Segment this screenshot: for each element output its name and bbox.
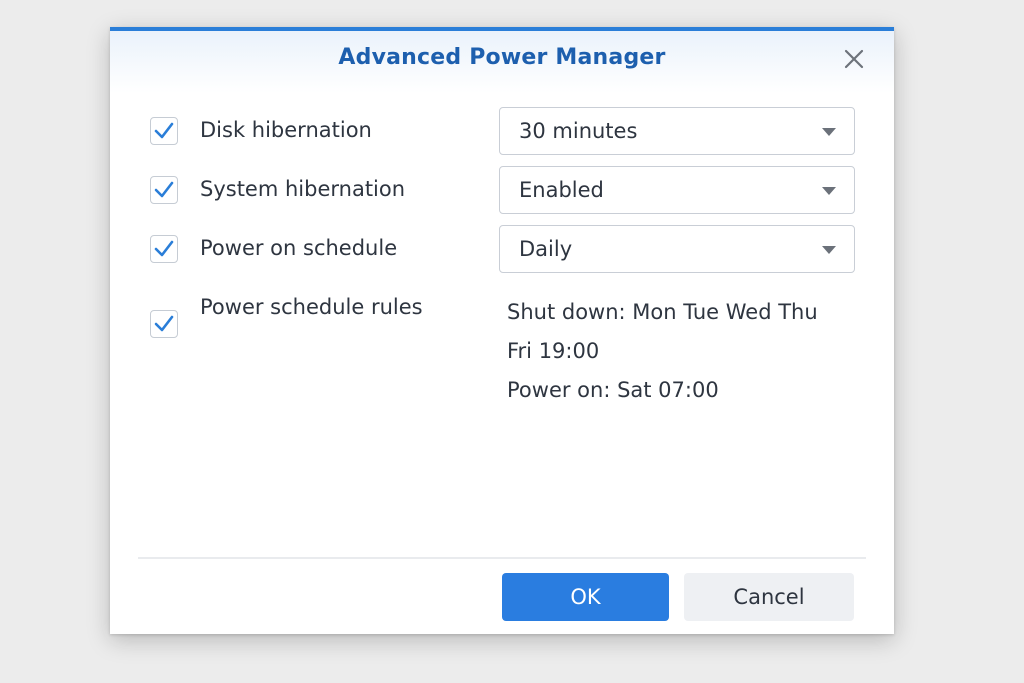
power-schedule-rules-checkbox[interactable] bbox=[150, 310, 178, 338]
power-on-schedule-value: Daily bbox=[519, 237, 573, 261]
checkmark-icon bbox=[154, 122, 174, 139]
dialog-title: Advanced Power Manager bbox=[338, 45, 666, 70]
chevron-down-icon bbox=[822, 187, 836, 195]
disk-hibernation-row: Disk hibernation 30 minutes bbox=[150, 107, 856, 155]
power-on-schedule-select[interactable]: Daily bbox=[499, 225, 855, 273]
chevron-down-icon bbox=[822, 246, 836, 254]
cancel-button[interactable]: Cancel bbox=[684, 573, 854, 621]
advanced-power-manager-dialog: Advanced Power Manager Disk hibernation … bbox=[110, 27, 894, 634]
footer-divider bbox=[138, 557, 866, 559]
power-on-schedule-row: Power on schedule Daily bbox=[150, 225, 856, 273]
power-on-schedule-checkbox[interactable] bbox=[150, 235, 178, 263]
schedule-shutdown-time-line: Fri 19:00 bbox=[507, 339, 600, 363]
checkmark-icon bbox=[154, 181, 174, 198]
disk-hibernation-label: Disk hibernation bbox=[200, 118, 372, 142]
system-hibernation-label: System hibernation bbox=[200, 177, 406, 201]
disk-hibernation-value: 30 minutes bbox=[519, 119, 638, 143]
schedule-shutdown-line: Shut down: Mon Tue Wed Thu bbox=[507, 300, 818, 324]
chevron-down-icon bbox=[822, 128, 836, 136]
close-icon[interactable] bbox=[840, 45, 868, 73]
disk-hibernation-select[interactable]: 30 minutes bbox=[499, 107, 855, 155]
checkmark-icon bbox=[154, 315, 174, 332]
power-schedule-rules-label: Power schedule rules bbox=[200, 295, 423, 319]
system-hibernation-value: Enabled bbox=[519, 178, 604, 202]
checkmark-icon bbox=[154, 240, 174, 257]
schedule-poweron-line: Power on: Sat 07:00 bbox=[507, 378, 719, 402]
dialog-header: Advanced Power Manager bbox=[110, 31, 894, 93]
system-hibernation-row: System hibernation Enabled bbox=[150, 166, 856, 214]
system-hibernation-checkbox[interactable] bbox=[150, 176, 178, 204]
disk-hibernation-checkbox[interactable] bbox=[150, 117, 178, 145]
power-schedule-rules-text: Shut down: Mon Tue Wed Thu Fri 19:00 Pow… bbox=[507, 293, 867, 410]
system-hibernation-select[interactable]: Enabled bbox=[499, 166, 855, 214]
power-on-schedule-label: Power on schedule bbox=[200, 236, 398, 260]
ok-button[interactable]: OK bbox=[502, 573, 669, 621]
